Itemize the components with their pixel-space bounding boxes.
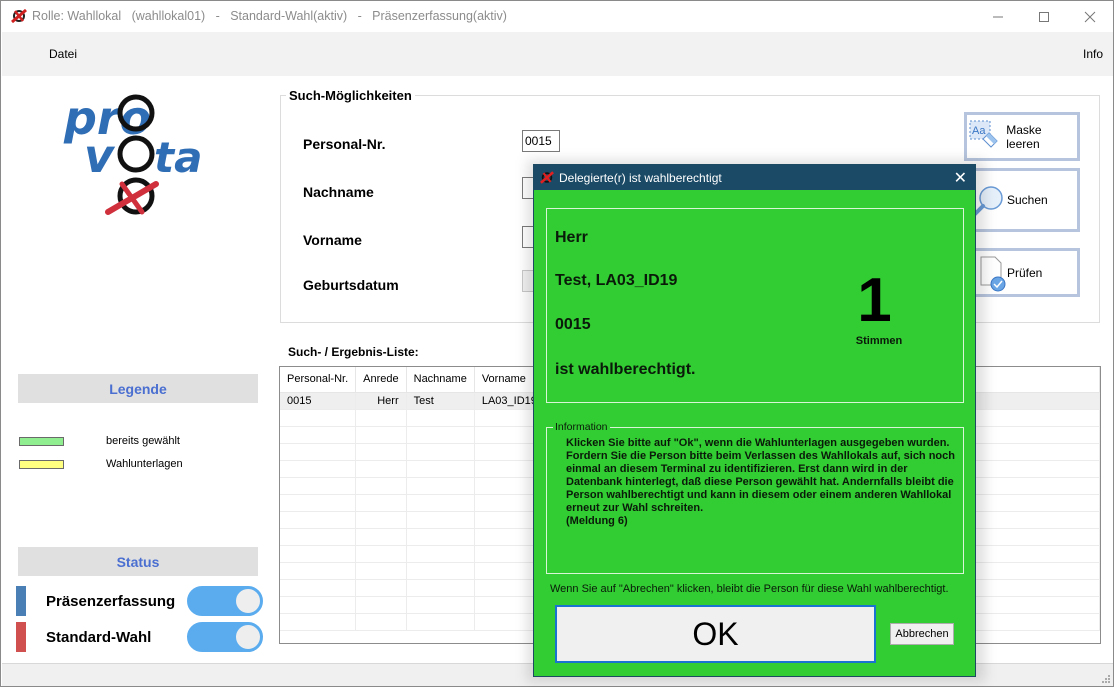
column-header-personal-nr[interactable]: Personal-Nr. xyxy=(280,367,357,393)
cell-personal-nr: 0015 xyxy=(280,392,357,410)
legend-label-documents: Wahlunterlagen xyxy=(106,458,183,470)
column-header-anrede[interactable]: Anrede xyxy=(355,367,407,393)
ok-button[interactable]: OK xyxy=(555,605,876,663)
toggle-knob xyxy=(235,588,261,614)
label-vorname: Vorname xyxy=(303,232,362,248)
svg-text:Aa: Aa xyxy=(972,125,986,137)
legend-swatch-documents xyxy=(19,460,64,469)
logo-text-ta: ta xyxy=(154,133,202,182)
column-header-nachname[interactable]: Nachname xyxy=(406,367,475,393)
clear-mask-button[interactable]: Aa Maske leeren xyxy=(964,112,1080,161)
information-title: Information xyxy=(553,421,610,433)
close-icon xyxy=(1084,11,1096,22)
legend-heading: Legende xyxy=(18,374,258,403)
provota-logo: pro v ta xyxy=(63,91,202,215)
dialog-person-name: Test, LA03_ID19 xyxy=(555,272,678,289)
clear-mask-icon: Aa xyxy=(969,120,998,148)
dialog-title-bar: Delegierte(r) ist wahlberechtigt ✕ xyxy=(534,165,975,190)
status-label-standard-vote: Standard-Wahl xyxy=(46,629,152,646)
app-icon xyxy=(11,9,27,23)
minimize-button[interactable] xyxy=(975,1,1021,32)
search-label: Suchen xyxy=(1007,193,1048,207)
results-title: Such- / Ergebnis-Liste: xyxy=(288,345,419,359)
app-icon xyxy=(540,171,554,184)
search-groupbox-title: Such-Möglichkeiten xyxy=(286,88,415,103)
menu-info[interactable]: Info xyxy=(1083,47,1103,61)
label-nachname: Nachname xyxy=(303,184,374,200)
maximize-button[interactable] xyxy=(1021,1,1067,32)
status-heading: Status xyxy=(18,547,258,576)
label-personal-nr: Personal-Nr. xyxy=(303,136,386,152)
dialog-close-icon[interactable]: ✕ xyxy=(954,168,967,188)
information-text: Klicken Sie bitte auf "Ok", wenn die Wah… xyxy=(566,437,955,527)
close-button[interactable] xyxy=(1067,1,1113,32)
status-color-presence xyxy=(16,586,26,616)
vote-count: 1 xyxy=(857,266,892,335)
dialog-title: Delegierte(r) ist wahlberechtigt xyxy=(559,171,722,185)
cancel-note: Wenn Sie auf "Abrechen" klicken, bleibt … xyxy=(550,583,949,595)
toggle-presence[interactable] xyxy=(187,586,263,616)
status-color-standard-vote xyxy=(16,622,26,652)
menu-bar: Datei Info xyxy=(2,32,1113,76)
dialog-personal-nr: 0015 xyxy=(555,316,591,333)
menu-datei[interactable]: Datei xyxy=(49,47,77,61)
personal-nr-input[interactable]: 0015 xyxy=(522,130,560,152)
vote-count-label: Stimmen xyxy=(855,335,903,347)
window-title: Rolle: Wahllokal (wahllokal01) - Standar… xyxy=(32,9,507,23)
maximize-icon xyxy=(1039,11,1049,22)
toggle-knob xyxy=(235,624,261,650)
label-geburtsdatum: Geburtsdatum xyxy=(303,277,399,293)
resize-grip-icon[interactable] xyxy=(1101,674,1111,684)
cancel-button[interactable]: Abbrechen xyxy=(890,623,954,645)
dialog-status-text: ist wahlberechtigt. xyxy=(555,361,696,378)
check-label: Prüfen xyxy=(1007,265,1043,280)
toggle-standard-vote[interactable] xyxy=(187,622,263,652)
cell-anrede: Herr xyxy=(355,392,407,410)
title-bar: Rolle: Wahllokal (wahllokal01) - Standar… xyxy=(1,1,1113,32)
legend-swatch-voted xyxy=(19,437,64,446)
clear-mask-label: Maske leeren xyxy=(1006,122,1042,151)
logo-text-v: v xyxy=(84,129,116,183)
status-label-presence: Präsenzerfassung xyxy=(46,593,176,610)
legend-label-voted: bereits gewählt xyxy=(106,435,180,447)
eligibility-dialog: Delegierte(r) ist wahlberechtigt ✕ Herr … xyxy=(533,164,976,677)
dialog-salutation: Herr xyxy=(555,229,588,246)
minimize-icon xyxy=(993,16,1003,17)
cell-nachname: Test xyxy=(406,392,475,410)
